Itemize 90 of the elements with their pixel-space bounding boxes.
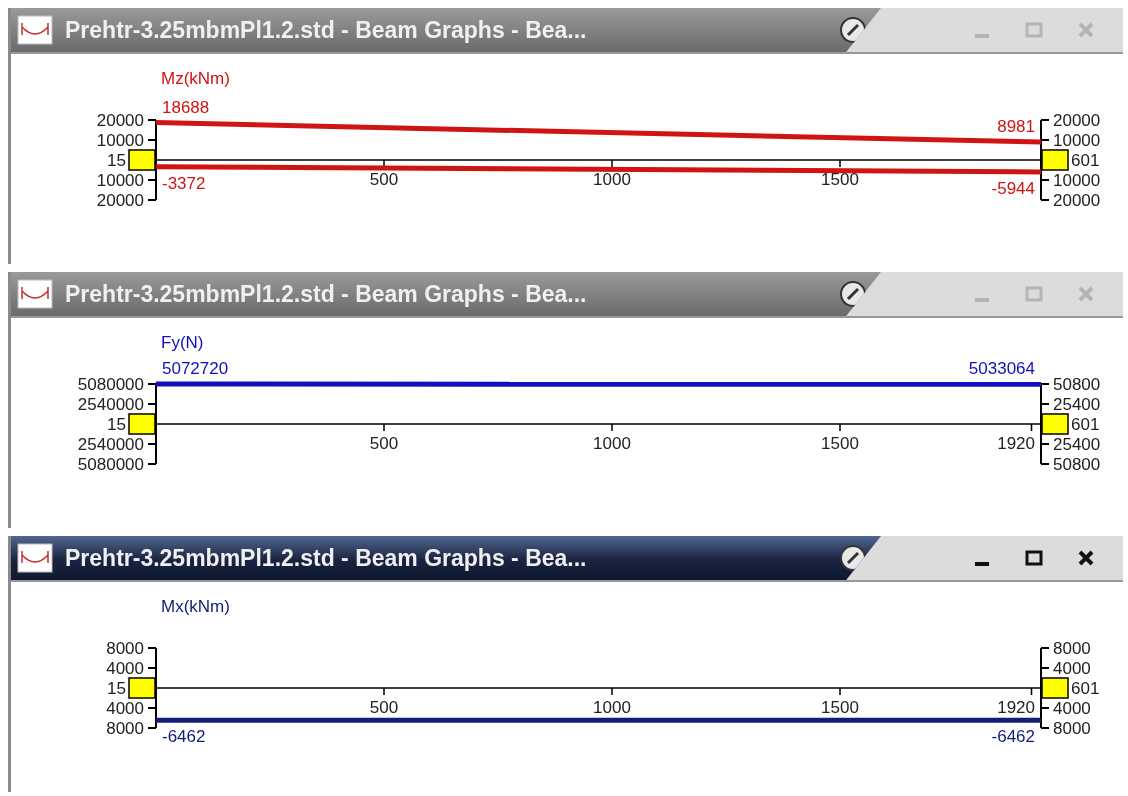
y-tick-label: 25400 xyxy=(1053,435,1101,454)
maximize-icon xyxy=(1024,20,1044,40)
quantity-label: Mz(kNm) xyxy=(161,69,230,88)
value-label: 18688 xyxy=(162,97,210,117)
y-tick-label: 4000 xyxy=(106,659,144,678)
value-label: -6462 xyxy=(991,727,1035,747)
pin-icon[interactable] xyxy=(839,544,867,572)
x-tick-label: 1920 xyxy=(997,698,1035,717)
y-tick-label: 4000 xyxy=(106,699,144,718)
node-number: 15 xyxy=(107,415,126,434)
y-tick-label: 2540000 xyxy=(77,395,144,414)
value-label: -3372 xyxy=(162,173,206,193)
node-marker xyxy=(1041,149,1069,171)
node-number: 15 xyxy=(107,679,126,698)
node-number: 601 xyxy=(1071,679,1100,698)
minimize-icon xyxy=(975,34,989,38)
window-title: Prehtr-3.25mbmPl1.2.std - Beam Graphs - Bea... xyxy=(65,16,587,44)
node-marker xyxy=(1041,413,1069,435)
maximize-icon xyxy=(1024,284,1044,304)
x-tick-label: 500 xyxy=(369,698,399,717)
y-tick-label: 50800 xyxy=(1053,455,1101,474)
quantity-label: Mx(kNm) xyxy=(161,597,230,616)
y-tick-label: 10000 xyxy=(1053,131,1101,150)
x-tick-label: 500 xyxy=(369,170,399,189)
x-tick-label: 1000 xyxy=(593,434,631,453)
y-tick-label: 20000 xyxy=(96,111,144,130)
minimize-icon xyxy=(975,298,989,302)
minimize-icon xyxy=(975,562,989,566)
y-tick-label: 8000 xyxy=(1053,719,1091,738)
node-marker xyxy=(128,677,156,699)
tick-mark xyxy=(383,423,385,432)
node-marker xyxy=(128,149,156,171)
y-tick-label: 10000 xyxy=(96,131,144,150)
y-tick-label: 20000 xyxy=(96,191,144,210)
y-tick-label: 10000 xyxy=(96,171,144,190)
node-number: 601 xyxy=(1071,151,1100,170)
x-tick-label: 1500 xyxy=(821,698,859,717)
maximize-icon xyxy=(1024,548,1044,568)
beam-graph-icon xyxy=(17,279,53,309)
title-bar[interactable]: Prehtr-3.25mbmPl1.2.std - Beam Graphs - Bea... xyxy=(11,272,1123,318)
window-title: Prehtr-3.25mbmPl1.2.std - Beam Graphs - Bea... xyxy=(65,544,587,572)
tick-mark xyxy=(1030,687,1033,696)
tick-mark xyxy=(383,159,385,168)
x-tick-label: 1500 xyxy=(821,170,859,189)
y-tick-label: 50800 xyxy=(1053,375,1101,394)
value-label: 5033064 xyxy=(968,359,1035,379)
value-label: -5944 xyxy=(991,178,1035,198)
title-bar[interactable]: Prehtr-3.25mbmPl1.2.std - Beam Graphs - Bea... xyxy=(11,8,1123,54)
tick-mark xyxy=(611,423,613,432)
x-tick-label: 1000 xyxy=(593,170,631,189)
x-tick-label: 500 xyxy=(369,434,399,453)
y-tick-label: 4000 xyxy=(1053,659,1091,678)
pin-icon[interactable] xyxy=(839,280,867,308)
beam-graph-icon xyxy=(17,543,53,573)
node-number: 15 xyxy=(107,151,126,170)
tick-mark xyxy=(611,159,613,168)
y-tick-label: 5080000 xyxy=(77,455,144,474)
tick-mark xyxy=(839,159,841,168)
y-tick-label: 2540000 xyxy=(77,435,144,454)
x-tick-label: 1000 xyxy=(593,698,631,717)
node-number: 601 xyxy=(1071,415,1100,434)
value-label: 5072720 xyxy=(162,359,229,379)
y-tick-label: 20000 xyxy=(1053,111,1101,130)
value-label: -6462 xyxy=(162,727,206,747)
tick-mark xyxy=(839,423,841,432)
title-bar[interactable]: Prehtr-3.25mbmPl1.2.std - Beam Graphs - Bea... xyxy=(11,536,1123,582)
window-title: Prehtr-3.25mbmPl1.2.std - Beam Graphs - Bea... xyxy=(65,280,587,308)
y-tick-label: 20000 xyxy=(1053,191,1101,210)
tick-mark xyxy=(839,687,841,696)
y-tick-label: 25400 xyxy=(1053,395,1101,414)
y-tick-label: 8000 xyxy=(1053,639,1091,658)
y-tick-label: 4000 xyxy=(1053,699,1091,718)
beam-graph-icon xyxy=(17,15,53,45)
tick-mark xyxy=(1030,423,1033,432)
y-tick-label: 5080000 xyxy=(77,375,144,394)
close-icon xyxy=(1076,284,1096,304)
node-marker xyxy=(1041,677,1069,699)
close-icon xyxy=(1076,548,1096,568)
tick-mark xyxy=(383,687,385,696)
pin-icon[interactable] xyxy=(839,16,867,44)
y-tick-label: 8000 xyxy=(106,639,144,658)
x-tick-label: 1920 xyxy=(997,434,1035,453)
value-label: 8981 xyxy=(997,117,1035,137)
x-tick-label: 1500 xyxy=(821,434,859,453)
y-tick-label: 8000 xyxy=(106,719,144,738)
node-marker xyxy=(128,413,156,435)
close-icon xyxy=(1076,20,1096,40)
tick-mark xyxy=(611,687,613,696)
quantity-label: Fy(N) xyxy=(161,333,204,352)
y-tick-label: 10000 xyxy=(1053,171,1101,190)
